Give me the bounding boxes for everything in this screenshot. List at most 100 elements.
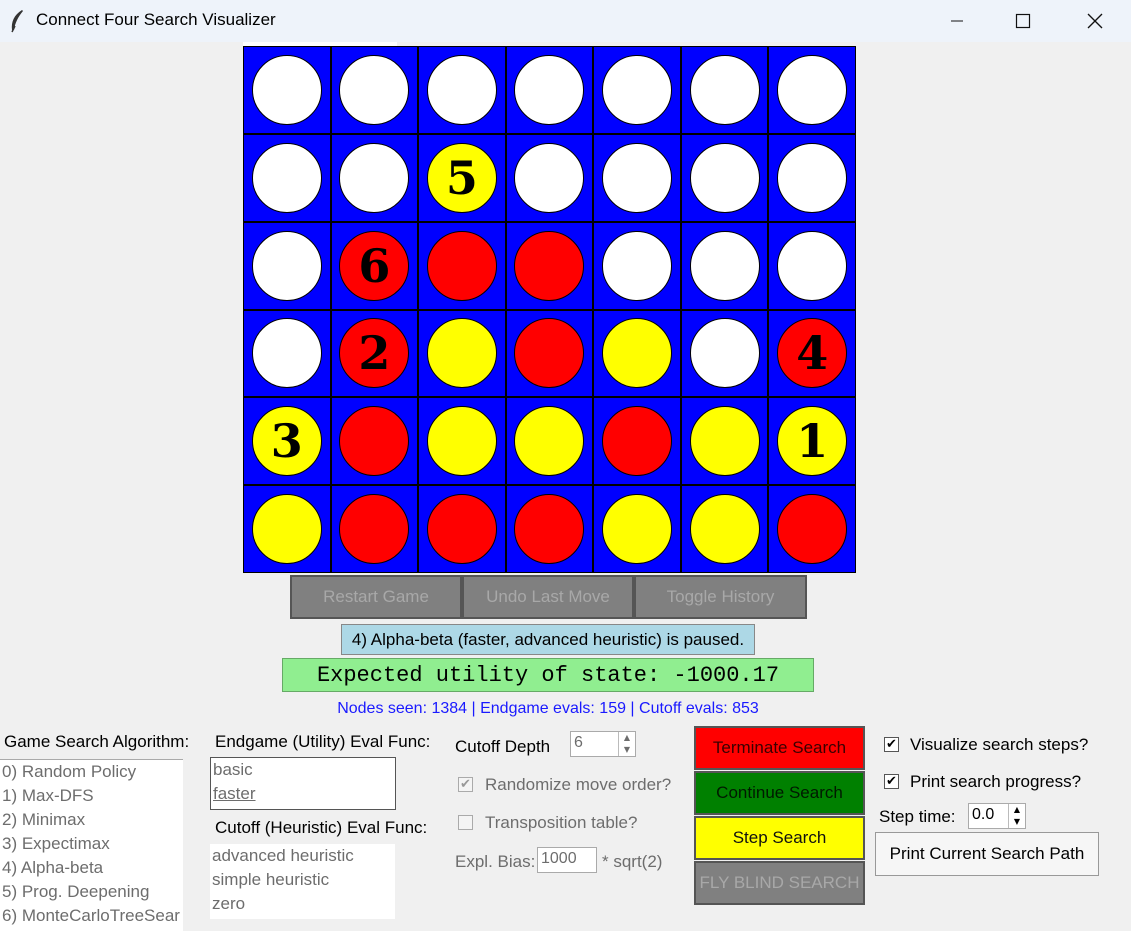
- move-number: 4: [796, 326, 829, 381]
- print-search-path-button[interactable]: Print Current Search Path: [875, 832, 1099, 876]
- minimize-button[interactable]: [934, 0, 980, 42]
- board-cell[interactable]: [505, 221, 594, 310]
- red-disc: [426, 230, 497, 301]
- endgame-label: Endgame (Utility) Eval Func:: [215, 732, 431, 751]
- undo-last-move-button[interactable]: Undo Last Move: [462, 575, 634, 619]
- yellow-disc: 1: [777, 406, 848, 477]
- list-item[interactable]: basic: [211, 758, 395, 782]
- board-cell[interactable]: [768, 46, 856, 134]
- empty-slot: [602, 54, 673, 125]
- transposition-label: Transposition table?: [485, 813, 638, 832]
- board-cell[interactable]: [768, 485, 856, 573]
- board-cell[interactable]: [330, 485, 419, 573]
- step-search-button[interactable]: Step Search: [694, 816, 865, 860]
- list-item[interactable]: 0) Random Policy: [0, 760, 183, 784]
- cutoff-depth-spinbox[interactable]: 6 ▲ ▼: [570, 731, 636, 757]
- yellow-disc: 5: [426, 142, 497, 213]
- utility-label: Expected utility of state: -1000.17: [282, 658, 814, 692]
- board-cell[interactable]: [680, 46, 769, 134]
- board-cell[interactable]: [505, 133, 594, 222]
- board-cell[interactable]: [593, 397, 681, 486]
- move-number: 2: [358, 326, 391, 381]
- board-cell[interactable]: [768, 133, 856, 222]
- board-cell[interactable]: 3: [243, 397, 331, 486]
- board-cell[interactable]: [593, 221, 681, 310]
- step-time-spinbox[interactable]: 0.0 ▲ ▼: [968, 803, 1026, 829]
- board-cell[interactable]: 5: [418, 133, 506, 222]
- board-cell[interactable]: [243, 133, 331, 222]
- transposition-checkbox[interactable]: [458, 815, 473, 830]
- spin-arrows-icon[interactable]: ▲ ▼: [618, 732, 635, 756]
- board-cell[interactable]: [505, 309, 594, 398]
- board-cell[interactable]: [505, 46, 594, 134]
- list-item[interactable]: 5) Prog. Deepening: [0, 880, 183, 904]
- board-cell[interactable]: [243, 485, 331, 573]
- board-cell[interactable]: [593, 46, 681, 134]
- step-time-label: Step time:: [879, 807, 956, 826]
- list-item[interactable]: 1) Max-DFS: [0, 784, 183, 808]
- yellow-disc: [251, 494, 322, 565]
- empty-slot: [777, 54, 848, 125]
- board-cell[interactable]: [768, 221, 856, 310]
- board-cell[interactable]: [680, 397, 769, 486]
- endgame-list[interactable]: basic faster: [210, 757, 396, 810]
- board-cell[interactable]: [418, 46, 506, 134]
- board-cell[interactable]: [680, 485, 769, 573]
- list-item[interactable]: zero: [210, 892, 395, 916]
- empty-slot: [777, 230, 848, 301]
- red-disc: [777, 494, 848, 565]
- expl-bias-label: Expl. Bias:: [455, 852, 536, 871]
- list-item[interactable]: 3) Expectimax: [0, 832, 183, 856]
- yellow-disc: [689, 494, 760, 565]
- list-item[interactable]: faster: [211, 782, 395, 806]
- list-item[interactable]: 6) MonteCarloTreeSear: [0, 904, 183, 928]
- restart-game-button[interactable]: Restart Game: [290, 575, 462, 619]
- maximize-button[interactable]: [1000, 0, 1046, 42]
- close-icon: [1087, 13, 1103, 29]
- list-item[interactable]: 2) Minimax: [0, 808, 183, 832]
- list-item[interactable]: simple heuristic: [210, 868, 395, 892]
- board-cell[interactable]: [243, 46, 331, 134]
- board-cell[interactable]: 6: [330, 221, 419, 310]
- visualize-checkbox[interactable]: ✔: [884, 737, 899, 752]
- list-item[interactable]: 4) Alpha-beta: [0, 856, 183, 880]
- board-cell[interactable]: [593, 485, 681, 573]
- board-cell[interactable]: [418, 485, 506, 573]
- continue-search-button[interactable]: Continue Search: [694, 771, 865, 815]
- fly-blind-search-button[interactable]: FLY BLIND SEARCH: [694, 861, 865, 905]
- board-cell[interactable]: [243, 309, 331, 398]
- board-cell[interactable]: 2: [330, 309, 419, 398]
- board-cell[interactable]: [330, 46, 419, 134]
- randomize-checkbox[interactable]: ✔: [458, 777, 473, 792]
- board-cell[interactable]: 1: [768, 397, 856, 486]
- board-cell[interactable]: [680, 133, 769, 222]
- board-cell[interactable]: [418, 221, 506, 310]
- terminate-search-button[interactable]: Terminate Search: [694, 726, 865, 770]
- expl-bias-field[interactable]: 1000: [537, 847, 597, 873]
- board-cell[interactable]: [680, 309, 769, 398]
- board-cell[interactable]: [505, 397, 594, 486]
- game-board[interactable]: 56 2 4 3 1: [243, 46, 856, 573]
- move-number: 1: [796, 414, 829, 469]
- visualize-label: Visualize search steps?: [910, 735, 1089, 754]
- board-cell[interactable]: [680, 221, 769, 310]
- board-cell[interactable]: [330, 397, 419, 486]
- board-cell[interactable]: [505, 485, 594, 573]
- cutoff-func-list[interactable]: advanced heuristic simple heuristic zero: [210, 844, 395, 919]
- empty-slot: [251, 54, 322, 125]
- board-cell[interactable]: 4: [768, 309, 856, 398]
- spin-arrows-icon[interactable]: ▲ ▼: [1008, 804, 1025, 828]
- board-cell[interactable]: [418, 397, 506, 486]
- board-cell[interactable]: [243, 221, 331, 310]
- print-progress-checkbox[interactable]: ✔: [884, 774, 899, 789]
- close-button[interactable]: [1072, 0, 1118, 42]
- board-cell[interactable]: [418, 309, 506, 398]
- board-cell[interactable]: [330, 133, 419, 222]
- empty-slot: [689, 142, 760, 213]
- algorithm-label: Game Search Algorithm:: [4, 732, 190, 751]
- algorithm-list[interactable]: 0) Random Policy 1) Max-DFS 2) Minimax 3…: [0, 759, 183, 931]
- board-cell[interactable]: [593, 133, 681, 222]
- toggle-history-button[interactable]: Toggle History: [634, 575, 807, 619]
- board-cell[interactable]: [593, 309, 681, 398]
- list-item[interactable]: advanced heuristic: [210, 844, 395, 868]
